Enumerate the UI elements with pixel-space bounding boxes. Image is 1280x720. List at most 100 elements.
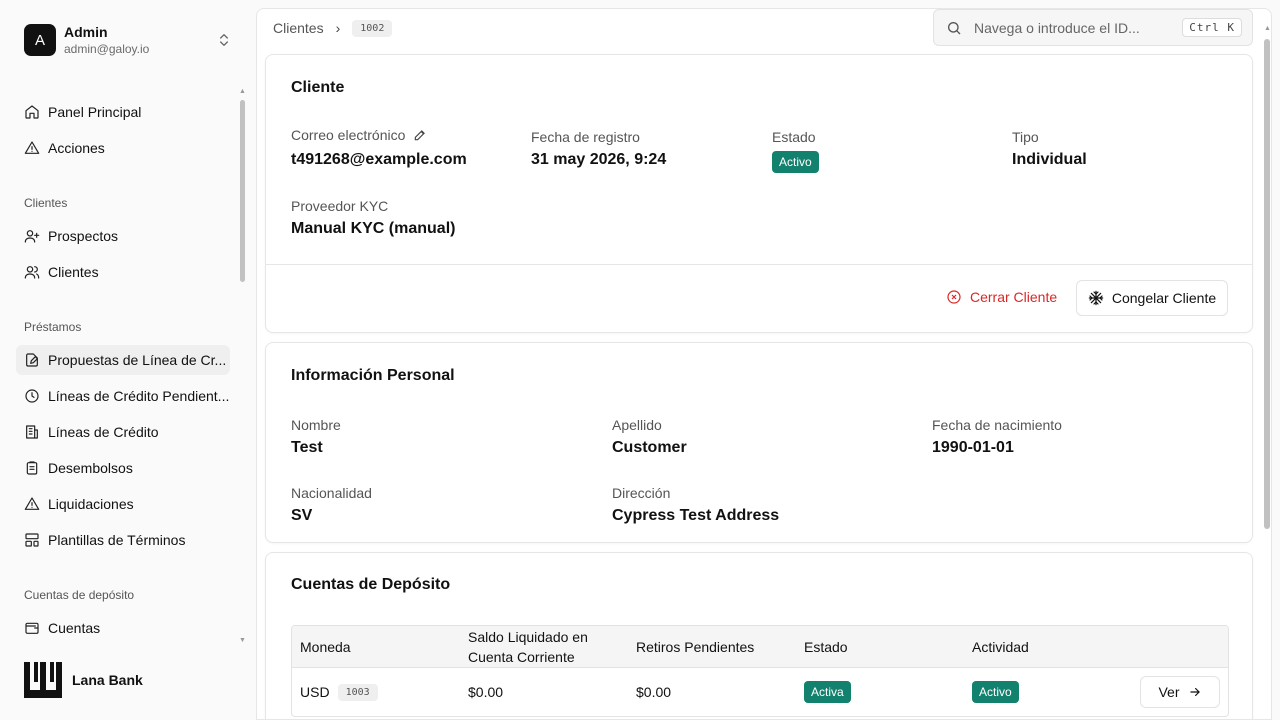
user-plus-icon: [24, 230, 40, 243]
nav-group-label: Clientes: [24, 196, 68, 210]
card-title: Cuentas de Depósito: [291, 576, 451, 593]
column-header: Retiros Pendientes: [636, 639, 755, 655]
status-label: Estado: [772, 129, 816, 145]
sidebar-item-desembolsos[interactable]: Desembolsos: [16, 453, 230, 483]
status-badge: Activa: [804, 681, 851, 703]
user-switcher[interactable]: A Admin admin@galoy.io: [16, 18, 240, 62]
dob-value: 1990-01-01: [932, 439, 1014, 456]
registered-label: Fecha de registro: [531, 129, 640, 145]
user-info: Admin admin@galoy.io: [64, 24, 216, 57]
search-icon: [948, 21, 961, 34]
sidebar-item-label: Líneas de Crédito Pendient...: [48, 388, 230, 404]
account-id-chip: 1003: [337, 683, 378, 701]
status-cell: Activa: [804, 668, 851, 716]
currency-cell: USD 1003: [300, 668, 378, 716]
sidebar-item-clientes[interactable]: Clientes: [16, 257, 230, 287]
sidebar-item-liquidaciones[interactable]: Liquidaciones: [16, 489, 230, 519]
email-value: t491268@example.com: [291, 151, 467, 168]
table-row: USD 1003 $0.00 $0.00 Activa Activo Ver: [292, 668, 1228, 716]
user-name: Admin: [64, 23, 108, 40]
lana-bank-logo-icon: [24, 662, 62, 698]
layout-template-icon: [25, 533, 39, 547]
sidebar-nav: Panel Principal Acciones Clientes Prospe…: [0, 90, 250, 650]
sidebar-item-acciones[interactable]: Acciones: [16, 133, 230, 163]
last-name-label: Apellido: [612, 417, 662, 433]
avatar: A: [24, 24, 56, 56]
user-email: admin@galoy.io: [64, 41, 150, 56]
scroll-down-arrow[interactable]: ▼: [239, 637, 246, 644]
sidebar-item-label: Plantillas de Términos: [48, 532, 186, 548]
close-client-label: Cerrar Cliente: [970, 289, 1058, 305]
sidebar-item-lineas-pendientes[interactable]: Líneas de Crédito Pendient...: [16, 381, 230, 411]
kyc-value: Manual KYC (manual): [291, 220, 456, 237]
kyc-label: Proveedor KYC: [291, 198, 389, 214]
main-panel: Clientes › 1002 Navega o introduce el ID…: [256, 8, 1272, 720]
sidebar-item-label: Líneas de Crédito: [48, 424, 159, 440]
settled-balance-cell: $0.00: [468, 684, 504, 700]
sidebar-item-lineas-credito[interactable]: Líneas de Crédito: [16, 417, 230, 447]
alert-triangle-icon: [24, 141, 40, 154]
type-value: Individual: [1012, 151, 1087, 168]
dob-label: Fecha de nacimiento: [932, 417, 1062, 433]
main-scrollbar[interactable]: [1264, 39, 1270, 529]
alert-triangle-icon: [24, 497, 40, 510]
brand-name: Lana Bank: [72, 672, 143, 688]
clipboard-icon: [26, 461, 38, 475]
view-account-button[interactable]: Ver: [1140, 676, 1220, 708]
activity-cell: Activo: [972, 668, 1019, 716]
last-name-value: Customer: [612, 439, 687, 456]
first-name-label: Nombre: [291, 417, 341, 433]
client-card: Cliente Correo electrónico t491268@examp…: [265, 54, 1253, 333]
email-label: Correo electrónico: [291, 127, 427, 143]
card-title: Cliente: [291, 79, 345, 96]
clock-icon: [25, 389, 39, 403]
breadcrumb-parent[interactable]: Clientes: [273, 20, 324, 36]
currency-value: USD: [300, 684, 330, 700]
sidebar-item-cuentas[interactable]: Cuentas: [16, 613, 230, 643]
sidebar-item-panel-principal[interactable]: Panel Principal: [16, 97, 230, 127]
chevrons-up-down-icon: [220, 34, 228, 46]
arrow-right-icon: [1189, 687, 1200, 697]
card-title: Información Personal: [291, 367, 455, 384]
sidebar-item-label: Prospectos: [48, 228, 119, 244]
close-client-button[interactable]: Cerrar Cliente: [946, 279, 1057, 315]
search-placeholder: Navega o introduce el ID...: [974, 19, 1140, 36]
sidebar-item-label: Clientes: [48, 264, 99, 280]
deposit-accounts-card: Cuentas de Depósito Moneda Saldo Liquida…: [265, 552, 1253, 719]
deposit-accounts-table: Moneda Saldo Liquidado en Cuenta Corrien…: [291, 625, 1229, 717]
chevron-right-icon: ›: [335, 20, 341, 36]
sidebar-item-prospectos[interactable]: Prospectos: [16, 221, 230, 251]
freeze-client-button[interactable]: Congelar Cliente: [1076, 280, 1228, 316]
personal-info-card: Información Personal Nombre Test Apellid…: [265, 342, 1253, 543]
pencil-icon[interactable]: [413, 128, 427, 142]
activity-badge: Activo: [972, 681, 1019, 703]
sidebar-item-propuestas[interactable]: Propuestas de Línea de Cr...: [16, 345, 230, 375]
x-circle-icon: [947, 290, 961, 304]
sidebar-item-label: Liquidaciones: [48, 496, 134, 512]
sidebar-item-label: Cuentas: [48, 620, 101, 636]
search-input[interactable]: Navega o introduce el ID... Ctrl K: [933, 9, 1253, 46]
column-header: Actividad: [972, 639, 1029, 655]
freeze-client-label: Congelar Cliente: [1111, 290, 1217, 306]
type-label: Tipo: [1012, 129, 1039, 145]
status-badge: Activo: [772, 151, 819, 173]
app-root: A Admin admin@galoy.io Panel Principal A…: [0, 0, 1280, 720]
scroll-up-arrow[interactable]: ▲: [239, 88, 246, 95]
pending-withdrawals-cell: $0.00: [636, 684, 672, 700]
address-value: Cypress Test Address: [612, 507, 780, 524]
registered-value: 31 may 2026, 9:24: [531, 151, 667, 168]
home-icon: [25, 105, 39, 119]
view-button-label: Ver: [1158, 684, 1180, 700]
sidebar-item-plantillas[interactable]: Plantillas de Términos: [16, 525, 230, 555]
search-shortcut: Ctrl K: [1182, 18, 1242, 37]
card-divider: [266, 264, 1252, 265]
users-icon: [24, 266, 40, 279]
breadcrumb: Clientes › 1002: [273, 17, 393, 39]
scroll-up-arrow[interactable]: ▲: [1264, 25, 1271, 32]
file-edit-icon: [26, 353, 38, 367]
nav-group-label: Préstamos: [24, 320, 82, 334]
nav-group-label: Cuentas de depósito: [24, 588, 135, 602]
nationality-label: Nacionalidad: [291, 485, 372, 501]
brand: Lana Bank: [24, 662, 143, 698]
sidebar-scrollbar[interactable]: [240, 100, 245, 282]
